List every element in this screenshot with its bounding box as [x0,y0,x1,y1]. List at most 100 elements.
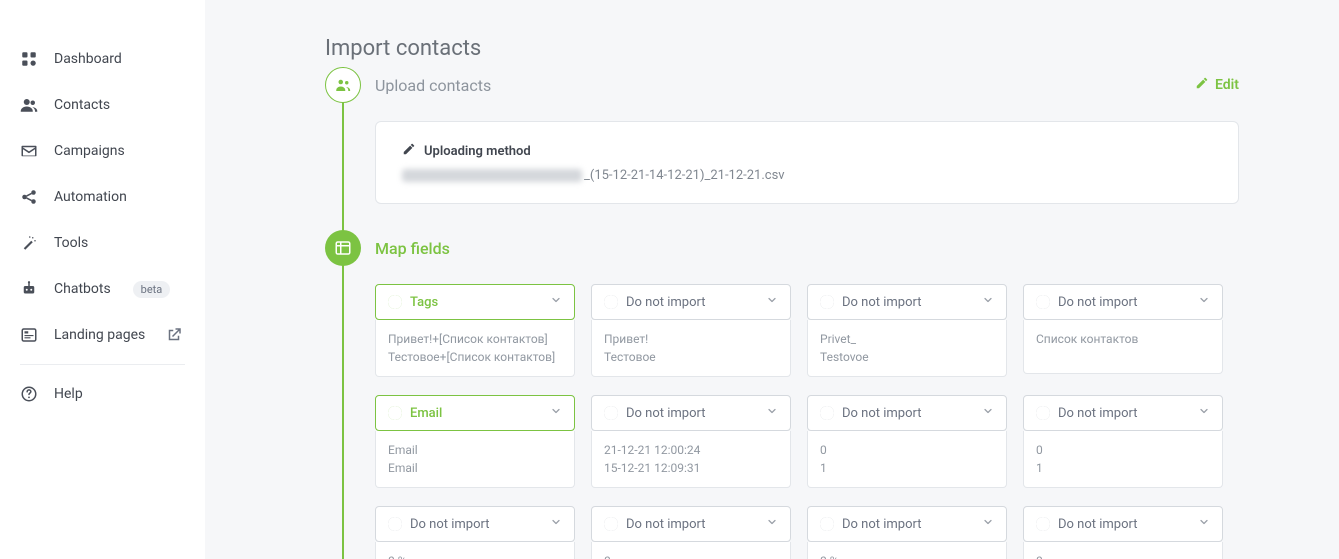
sidebar-item-label: Landing pages [54,327,145,343]
share-icon [20,188,38,206]
field-column: TagsПривет!+[Список контактов]Тестовое+[… [375,284,575,377]
field-mapping-select[interactable]: Do not import [1023,395,1223,431]
field-column: Do not import Privet_Testovoe [807,284,1007,377]
chevron-down-icon [982,294,994,310]
field-preview: 00 [1023,542,1223,559]
sidebar: Dashboard Contacts Campaigns Automation [0,0,205,559]
field-mapping-select[interactable]: Do not import [591,395,791,431]
field-mapping-label: Email [410,406,442,421]
field-column: Do not import 00 [1023,506,1223,559]
field-mapping-label: Do not import [1058,295,1138,310]
map-fields-grid: TagsПривет!+[Список контактов]Тестовое+[… [375,284,1239,559]
field-mapping-select[interactable]: Do not import [591,506,791,542]
field-preview-line: 0 [820,441,994,459]
sidebar-item-landing-pages[interactable]: Landing pages [0,312,205,358]
field-preview: Привет!Тестовое [591,320,791,377]
minus-circle-icon [1036,406,1050,420]
minus-circle-icon [604,517,618,531]
pencil-icon [402,142,416,160]
field-mapping-select[interactable]: Do not import [591,284,791,320]
chevron-down-icon [982,516,994,532]
field-mapping-label: Do not import [842,295,922,310]
chevron-down-icon [550,516,562,532]
field-preview: 21-12-21 12:00:2415-12-21 12:09:31 [591,431,791,488]
field-preview: Список контактов [1023,320,1223,374]
beta-badge: beta [133,281,171,298]
field-mapping-label: Do not import [1058,517,1138,532]
field-preview-line: 1 [1036,459,1210,477]
chevron-down-icon [1198,294,1210,310]
grid-icon [20,50,38,68]
field-mapping-select[interactable]: Do not import [375,506,575,542]
field-mapping-label: Do not import [410,517,490,532]
field-preview-line: Privet_ [820,330,994,348]
field-mapping-label: Do not import [626,517,706,532]
field-mapping-select[interactable]: Do not import [1023,506,1223,542]
step-upload-icon [325,67,361,103]
filename-redacted [402,169,582,182]
field-preview-line: Привет!+[Список контактов] [388,330,562,348]
minus-circle-icon [604,295,618,309]
field-preview: Privet_Testovoe [807,320,1007,377]
field-preview: 01 [1023,431,1223,488]
chevron-down-icon [766,294,778,310]
field-mapping-select[interactable]: Do not import [807,284,1007,320]
field-column: Do not import21-12-21 12:00:2415-12-21 1… [591,395,791,488]
edit-button[interactable]: Edit [1195,76,1239,94]
stepper: Upload contacts Edit Uploading method _(… [325,67,1239,559]
sidebar-item-help[interactable]: Help [0,371,205,417]
field-preview: EmailEmail [375,431,575,488]
field-mapping-select[interactable]: Do not import [807,395,1007,431]
sidebar-item-tools[interactable]: Tools [0,220,205,266]
sidebar-item-automation[interactable]: Automation [0,174,205,220]
sidebar-item-dashboard[interactable]: Dashboard [0,36,205,82]
chevron-down-icon [550,405,562,421]
sidebar-item-contacts[interactable]: Contacts [0,82,205,128]
upload-method-box: Uploading method _(15-12-21-14-12-21)_21… [375,121,1239,204]
field-preview-line: 15-12-21 12:09:31 [604,459,778,477]
sidebar-item-label: Automation [54,189,127,205]
minus-circle-icon [388,517,402,531]
sidebar-item-label: Dashboard [54,51,122,67]
chevron-down-icon [1198,516,1210,532]
step-map-icon [325,230,361,266]
chevron-down-icon [550,294,562,310]
chevron-down-icon [766,516,778,532]
upload-method-label: Uploading method [424,144,531,159]
field-mapping-select[interactable]: Email [375,395,575,431]
external-link-icon [165,326,183,344]
field-preview: 0 %0 % [807,542,1007,559]
field-mapping-select[interactable]: Tags [375,284,575,320]
minus-circle-icon [604,406,618,420]
check-circle-icon [388,406,402,420]
chevron-down-icon [982,405,994,421]
step-map-fields: Map fields TagsПривет!+[Список контактов… [325,230,1239,559]
sidebar-item-campaigns[interactable]: Campaigns [0,128,205,174]
field-preview-line: Email [388,441,562,459]
page-title: Import contacts [325,36,1239,61]
field-preview-line: 0 % [388,552,562,559]
mail-icon [20,142,38,160]
sidebar-item-chatbots[interactable]: Chatbots beta [0,266,205,312]
field-column: Do not import 0 %100 % [375,506,575,559]
field-mapping-label: Do not import [626,295,706,310]
field-preview-line: Список контактов [1036,330,1210,348]
step-map-title: Map fields [375,239,450,258]
field-preview-line: 1 [820,459,994,477]
field-column: Do not import Привет!Тестовое [591,284,791,377]
field-column: Do not import 01 [807,395,1007,488]
field-column: Do not import Список контактов [1023,284,1223,377]
field-preview: Привет!+[Список контактов]Тестовое+[Спис… [375,320,575,377]
filename-suffix: _(15-12-21-14-12-21)_21-12-21.csv [584,168,785,183]
field-mapping-label: Do not import [842,406,922,421]
field-preview-line: Testovoe [820,348,994,366]
field-preview-line: 0 % [820,552,994,559]
edit-label: Edit [1215,77,1239,93]
minus-circle-icon [820,295,834,309]
help-icon [20,385,38,403]
field-mapping-select[interactable]: Do not import [1023,284,1223,320]
field-mapping-select[interactable]: Do not import [807,506,1007,542]
field-preview: 0 %100 % [375,542,575,559]
minus-circle-icon [820,517,834,531]
sidebar-item-label: Contacts [54,97,110,113]
